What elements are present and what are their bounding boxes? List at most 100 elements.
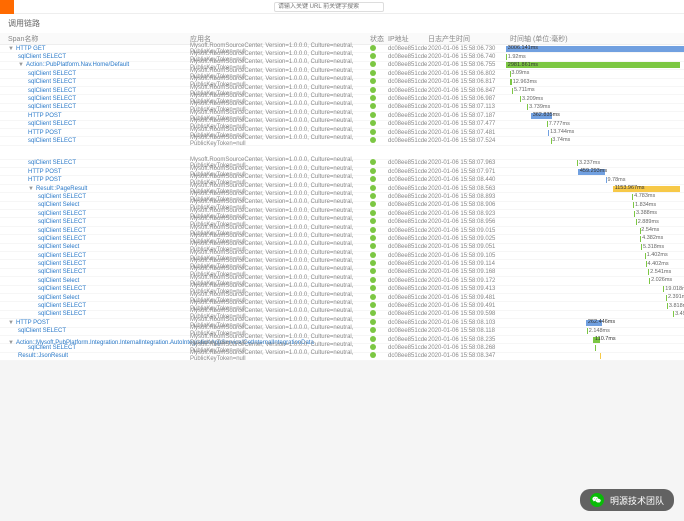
log-time: 2020-01-06 15:58:09.413 (428, 286, 506, 292)
span-name[interactable]: sqlClient SELECT (28, 345, 76, 351)
span-name[interactable]: sqlClient SELECT (38, 253, 86, 259)
log-time: 2020-01-06 15:58:08.956 (428, 219, 506, 225)
span-name[interactable]: sqlClient SELECT (38, 194, 86, 200)
span-name[interactable]: HTTP GET (16, 46, 46, 52)
wechat-label: 明源技术团队 (610, 494, 664, 507)
duration-bar-wrap: 3.09ms (506, 70, 684, 77)
span-name[interactable]: sqlClient SELECT (28, 160, 76, 166)
span-name[interactable]: sqlClient Select (38, 202, 79, 208)
span-name[interactable]: sqlClient SELECT (38, 269, 86, 275)
log-time: 2020-01-06 15:58:08.923 (428, 211, 506, 217)
status-dot-icon (370, 137, 376, 143)
duration-bar-wrap: 1.834ms (506, 202, 684, 209)
trace-row[interactable]: sqlClient SELECTMysoft.RoomSourceCenter,… (0, 137, 684, 145)
top-header (0, 0, 684, 14)
logo[interactable] (0, 0, 14, 14)
span-name[interactable]: sqlClient SELECT (38, 303, 86, 309)
span-name[interactable]: sqlClient SELECT (28, 88, 76, 94)
duration-bar (673, 311, 674, 317)
span-name[interactable]: sqlClient SELECT (38, 236, 86, 242)
status-dot-icon (370, 336, 376, 342)
duration-bar (547, 121, 548, 127)
duration-bar (587, 328, 588, 334)
duration-label: 3.74ms (552, 137, 570, 143)
status-dot-icon (370, 327, 376, 333)
expand-arrow-icon[interactable]: ▼ (18, 62, 24, 68)
span-name[interactable]: Result::JsonResult (18, 353, 68, 359)
ip-address: dc08ee851cde (388, 121, 428, 127)
duration-bar-wrap: 5.711ms (506, 87, 684, 94)
span-name[interactable]: sqlClient SELECT (28, 79, 76, 85)
duration-bar (648, 269, 649, 275)
status-dot-icon (370, 319, 376, 325)
span-name[interactable]: sqlClient SELECT (28, 104, 76, 110)
expand-arrow-icon[interactable]: ▼ (28, 186, 34, 192)
span-name[interactable]: sqlClient SELECT (38, 211, 86, 217)
status-dot-icon (370, 227, 376, 233)
span-name[interactable]: HTTP POST (28, 177, 62, 183)
col-ip: IP地址 (388, 34, 428, 44)
span-name[interactable]: sqlClient SELECT (38, 219, 86, 225)
status-dot-icon (370, 103, 376, 109)
span-name[interactable]: sqlClient SELECT (38, 228, 86, 234)
duration-bar-wrap: 13.744ms (506, 129, 684, 136)
duration-bar-wrap: 110.7ms (506, 336, 684, 343)
span-name[interactable]: HTTP POST (28, 113, 62, 119)
expand-arrow-icon[interactable]: ▼ (8, 46, 14, 52)
ip-address: dc08ee851cde (388, 130, 428, 136)
status-dot-icon (370, 268, 376, 274)
duration-bar (595, 345, 596, 351)
status-dot-icon (370, 176, 376, 182)
ip-address: dc08ee851cde (388, 177, 428, 183)
col-status: 状态 (370, 34, 388, 44)
ip-address: dc08ee851cde (388, 320, 428, 326)
duration-bar-wrap: 4.783ms (506, 193, 684, 200)
span-name[interactable]: sqlClient Select (38, 244, 79, 250)
duration-bar-wrap: 2.148ms (506, 328, 684, 335)
span-name[interactable]: HTTP POST (28, 169, 62, 175)
span-name[interactable]: sqlClient Select (38, 295, 79, 301)
status-dot-icon (370, 352, 376, 358)
duration-bar (527, 104, 528, 110)
duration-bar (520, 96, 521, 102)
span-name[interactable]: sqlClient SELECT (38, 286, 86, 292)
wechat-badge[interactable]: 明源技术团队 (580, 489, 674, 511)
span-name[interactable]: Action::PubPlatform.Nav.Home/Default (26, 62, 129, 68)
duration-label: 1.402ms (647, 252, 668, 258)
duration-label: 2.541ms (650, 269, 671, 275)
log-time: 2020-01-06 15:58:06.755 (428, 62, 506, 68)
span-name[interactable]: sqlClient SELECT (38, 311, 86, 317)
ip-address: dc08ee851cde (388, 62, 428, 68)
span-name[interactable]: HTTP POST (28, 130, 62, 136)
col-duration: 时间轴 (单位:毫秒) (506, 34, 684, 44)
span-name[interactable]: sqlClient SELECT (38, 261, 86, 267)
duration-label: 7.777ms (549, 121, 570, 127)
duration-bar (649, 278, 650, 284)
log-time: 2020-01-06 15:58:09.491 (428, 303, 506, 309)
log-time: 2020-01-06 15:58:08.893 (428, 194, 506, 200)
span-name[interactable]: sqlClient SELECT (28, 138, 76, 144)
span-name[interactable]: sqlClient SELECT (28, 121, 76, 127)
log-time: 2020-01-06 15:58:07.963 (428, 160, 506, 166)
duration-bar-wrap: 4.402ms (506, 261, 684, 268)
span-name[interactable]: sqlClient SELECT (18, 54, 66, 60)
status-dot-icon (370, 277, 376, 283)
duration-label: 3.818ms (669, 303, 684, 309)
duration-bar (645, 253, 646, 259)
expand-arrow-icon[interactable]: ▼ (8, 320, 14, 326)
status-dot-icon (370, 120, 376, 126)
span-name[interactable]: sqlClient Select (38, 278, 79, 284)
span-name[interactable]: sqlClient SELECT (28, 96, 76, 102)
search-input[interactable] (274, 2, 384, 12)
log-time: 2020-01-06 15:58:09.114 (428, 261, 506, 267)
duration-bar-wrap: 3.818ms (506, 303, 684, 310)
status-dot-icon (370, 201, 376, 207)
duration-label: 2.54ms (641, 227, 659, 233)
log-time: 2020-01-06 15:58:08.347 (428, 353, 506, 359)
duration-label: 5.711ms (514, 87, 535, 93)
span-name[interactable]: Result::PageResult (36, 186, 87, 192)
duration-label: 110.7ms (595, 336, 616, 342)
trace-row[interactable]: Result::JsonResultMysoft.RoomSourceCente… (0, 353, 684, 361)
span-name[interactable]: HTTP POST (16, 320, 50, 326)
span-name[interactable]: sqlClient SELECT (28, 71, 76, 77)
